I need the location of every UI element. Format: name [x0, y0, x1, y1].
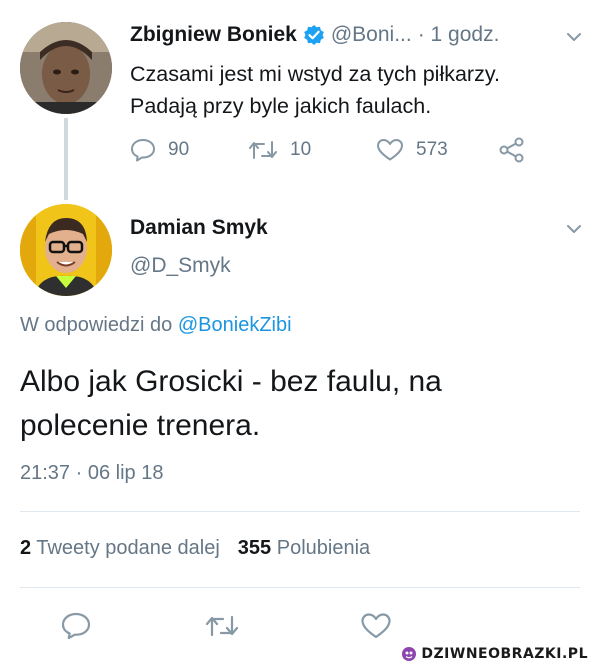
retweet-icon [205, 615, 239, 637]
reply-prefix: W odpowiedzi do [20, 314, 173, 336]
original-tweet-header: Zbigniew Boniek @Boni... · 1 godz. [130, 20, 499, 50]
watermark-logo-icon [402, 647, 417, 661]
like-button[interactable] [356, 606, 396, 646]
reply-button[interactable] [56, 606, 96, 646]
reply-button[interactable]: 90 [130, 134, 189, 166]
reply-tweet-text: Albo jak Grosicki - bez faulu, na polece… [20, 360, 580, 448]
retweet-button[interactable] [202, 606, 242, 646]
tweet-text-line: Czasami jest mi wstyd za tych piłkarzy. [130, 62, 500, 86]
like-button[interactable]: 573 [376, 134, 448, 166]
reply-icon [131, 139, 155, 162]
retweets-count: 2 [20, 537, 32, 559]
retweets-stat[interactable]: 2 Tweety podane dalej [20, 537, 220, 559]
likes-count: 355 [237, 537, 272, 559]
share-icon [499, 137, 524, 163]
reply-author-name[interactable]: Damian Smyk [130, 216, 268, 240]
retweet-button[interactable]: 10 [248, 134, 311, 166]
avatar-damian-smyk[interactable] [20, 204, 112, 296]
share-button[interactable] [498, 134, 538, 166]
tweet-text-line: Padają przy byle jakich faulach. [130, 94, 432, 118]
tweet-timestamp[interactable]: 21:37 · 06 lip 18 [20, 462, 163, 485]
divider [20, 587, 580, 588]
divider [20, 511, 580, 512]
site-watermark: DZIWNEOBRAZKI.PL [395, 643, 594, 665]
author-handle[interactable]: @Boni... [331, 23, 412, 47]
chevron-down-icon[interactable] [566, 30, 582, 42]
likes-stat[interactable]: 355 Polubienia [238, 537, 370, 559]
tweet-text-line: polecenie trenera. [20, 409, 261, 442]
original-tweet-text: Czasami jest mi wstyd za tych piłkarzy. … [130, 58, 570, 122]
author-name[interactable]: Zbigniew Boniek [130, 23, 297, 47]
heart-icon [377, 139, 403, 161]
likes-label: Polubienia [276, 537, 371, 559]
retweet-count: 10 [290, 139, 312, 160]
original-tweet[interactable]: Zbigniew Boniek @Boni... · 1 godz. Czasa… [0, 0, 600, 200]
tweet-text-line: Albo jak Grosicki - bez faulu, na [20, 365, 442, 398]
reply-count: 90 [168, 139, 190, 160]
tweet-time[interactable]: · 1 godz. [418, 23, 500, 47]
tweet-stats: 2 Tweety podane dalej 355 Polubienia [20, 537, 370, 560]
verified-badge-icon [303, 24, 325, 46]
retweet-icon [249, 141, 277, 159]
original-tweet-actions: 90 10 573 [130, 134, 550, 166]
reply-to-handle-link[interactable]: @BoniekZibi [178, 314, 292, 336]
reply-author-handle[interactable]: @D_Smyk [130, 254, 231, 278]
retweets-label: Tweety podane dalej [36, 537, 220, 559]
chevron-down-icon[interactable] [566, 222, 582, 234]
reply-icon [61, 612, 91, 640]
replying-to: W odpowiedzi do @BoniekZibi [20, 314, 292, 337]
avatar-zbigniew-boniek[interactable] [20, 22, 112, 114]
thread-connector-line [64, 118, 68, 200]
watermark-text: DZIWNEOBRAZKI.PL [421, 646, 588, 662]
like-count: 573 [416, 139, 448, 160]
heart-icon [361, 613, 391, 639]
